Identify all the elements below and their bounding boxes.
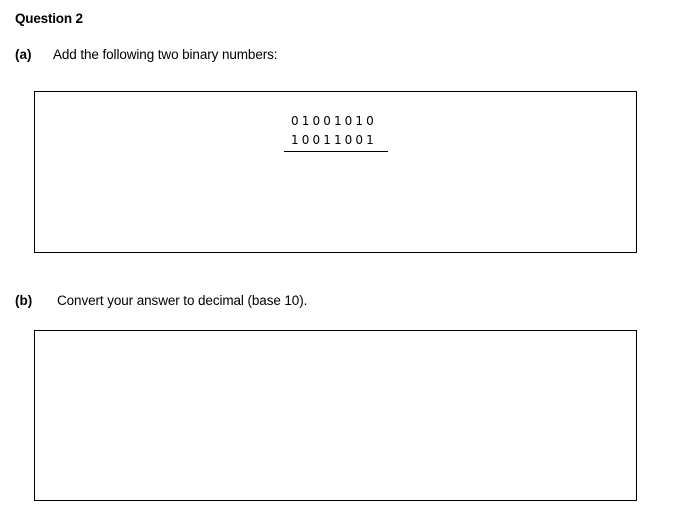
part-a-prompt: Add the following two binary numbers: bbox=[53, 47, 278, 62]
part-b-answer-box[interactable] bbox=[34, 330, 637, 501]
part-a-label: (a) bbox=[15, 47, 32, 62]
part-b-label: (b) bbox=[15, 293, 33, 308]
binary-operand-1: 01001010 bbox=[291, 114, 377, 128]
part-b-prompt: Convert your answer to decimal (base 10)… bbox=[57, 293, 308, 308]
sum-underline bbox=[284, 151, 388, 152]
part-a-answer-box[interactable]: 01001010 10011001 bbox=[34, 91, 637, 253]
question-title: Question 2 bbox=[15, 11, 83, 26]
binary-operand-2: 10011001 bbox=[291, 133, 377, 147]
